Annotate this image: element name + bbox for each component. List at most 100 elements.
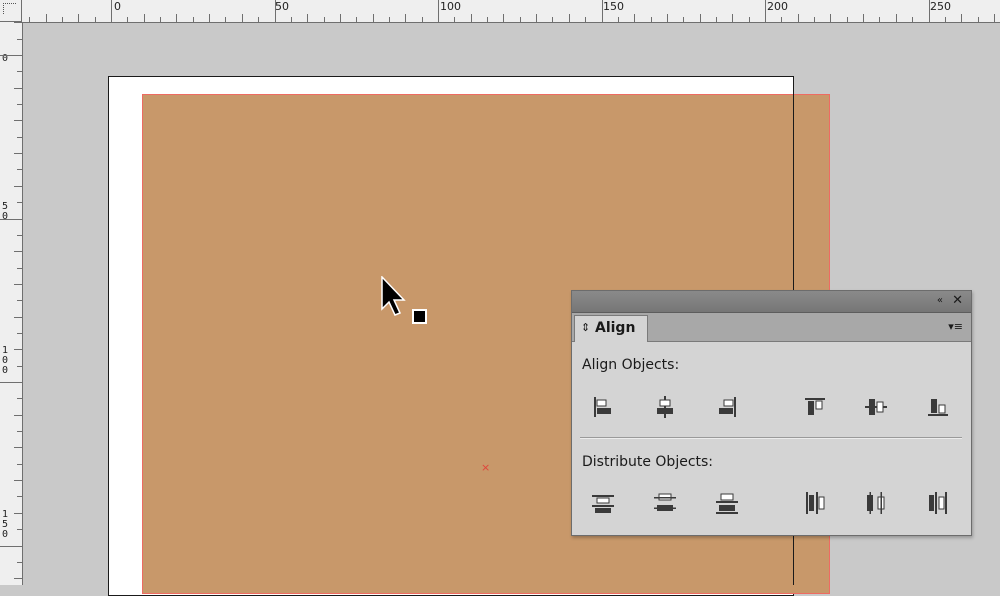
ruler-tick: [127, 17, 128, 22]
ruler-tick: [17, 202, 22, 203]
ruler-tick: [258, 17, 259, 22]
ruler-tick: [242, 14, 243, 22]
ruler-tick: [17, 137, 22, 138]
ruler-tick: [17, 562, 22, 563]
distribute-vertical-center-icon: [654, 493, 676, 511]
collapse-panel-icon[interactable]: «: [937, 295, 943, 306]
ruler-tick: [29, 17, 30, 22]
distribute-horizontal-center-icon: [867, 492, 885, 514]
ruler-label: 1 5 0: [2, 509, 9, 540]
ruler-tick: [14, 578, 22, 579]
ruler-tick: [373, 14, 374, 22]
ruler-origin[interactable]: [0, 0, 22, 22]
ruler-tick: [618, 17, 619, 22]
ruler-tick: [14, 153, 22, 154]
ruler-tick: [340, 14, 341, 22]
ruler-tick: [225, 17, 226, 22]
ruler-tick: [14, 251, 22, 252]
align-panel[interactable]: « ✕ ⇕ Align ▾≡ Align Objects: Distribute…: [571, 290, 972, 536]
ruler-tick: [765, 0, 766, 22]
align-horizontal-center-icon: [657, 396, 673, 418]
distribute-top-icon: [592, 495, 614, 513]
ruler-tick: [716, 17, 717, 22]
ruler-tick: [749, 17, 750, 22]
selection-cursor-icon: [380, 275, 432, 332]
ruler-tick: [585, 17, 586, 22]
align-top-icon: [805, 398, 825, 415]
distribute-left-edges-button[interactable]: [798, 488, 832, 518]
ruler-tick: [17, 268, 22, 269]
ruler-tick: [863, 14, 864, 22]
align-objects-label: Align Objects:: [582, 357, 680, 373]
ruler-tick: [17, 431, 22, 432]
ruler-tick: [193, 17, 194, 22]
close-icon[interactable]: ✕: [952, 293, 963, 308]
ruler-tick: [17, 300, 22, 301]
distribute-horizontal-centers-button[interactable]: [859, 488, 893, 518]
ruler-tick: [569, 14, 570, 22]
ruler-tick: [14, 447, 22, 448]
ruler-tick: [781, 17, 782, 22]
ruler-tick: [176, 14, 177, 22]
distribute-top-edges-button[interactable]: [586, 488, 620, 518]
ruler-tick: [994, 14, 995, 22]
ruler-tick: [389, 17, 390, 22]
distribute-left-icon: [806, 492, 825, 514]
ruler-tick: [14, 317, 22, 318]
ruler-tick: [78, 14, 79, 22]
ruler-tick: [14, 349, 22, 350]
panel-menu-icon[interactable]: ▾≡: [948, 320, 963, 333]
ruler-tick: [17, 529, 22, 530]
align-vertical-centers-button[interactable]: [859, 392, 893, 422]
ruler-tick: [14, 415, 22, 416]
ruler-tick: [879, 17, 880, 22]
align-left-icon: [594, 397, 611, 417]
horizontal-ruler[interactable]: 0 50 100 150 200 250: [0, 0, 1000, 23]
ruler-tick: [17, 235, 22, 236]
align-right-edges-button[interactable]: [710, 392, 744, 422]
ruler-tick: [307, 14, 308, 22]
tab-align[interactable]: ⇕ Align: [574, 315, 648, 342]
ruler-tick: [961, 14, 962, 22]
ruler-tick: [438, 0, 439, 22]
ruler-tick: [17, 366, 22, 367]
distribute-bottom-edges-button[interactable]: [710, 488, 744, 518]
distribute-bottom-icon: [716, 493, 738, 514]
ruler-tick: [814, 17, 815, 22]
ruler-tick: [487, 17, 488, 22]
align-bottom-edges-button[interactable]: [921, 392, 955, 422]
ruler-tick: [111, 0, 112, 22]
align-horizontal-centers-button[interactable]: [648, 392, 682, 422]
ruler-label: 0: [114, 0, 121, 13]
ruler-label: 200: [767, 0, 788, 13]
ruler-tick: [471, 14, 472, 22]
ruler-tick: [14, 513, 22, 514]
distribute-vertical-centers-button[interactable]: [648, 488, 682, 518]
ruler-tick: [700, 14, 701, 22]
align-top-edges-button[interactable]: [798, 392, 832, 422]
ruler-tick: [14, 480, 22, 481]
ruler-tick: [0, 55, 22, 56]
panel-titlebar[interactable]: « ✕: [572, 291, 971, 313]
ruler-tick: [945, 17, 946, 22]
ruler-tick: [651, 17, 652, 22]
align-vertical-center-icon: [865, 399, 887, 415]
ruler-tick: [17, 39, 22, 40]
ruler-tick: [17, 464, 22, 465]
ruler-tick: [536, 14, 537, 22]
ruler-tick: [17, 71, 22, 72]
align-left-edges-button[interactable]: [586, 392, 620, 422]
vertical-ruler[interactable]: 0 5 0 1 0 0 1 5 0: [0, 22, 23, 585]
ruler-tick: [552, 17, 553, 22]
align-bottom-icon: [928, 399, 948, 416]
ruler-label: 1 0 0: [2, 345, 9, 376]
tab-expand-arrows-icon: ⇕: [581, 321, 591, 334]
ruler-tick: [209, 14, 210, 22]
ruler-tick: [978, 17, 979, 22]
ruler-label: 100: [440, 0, 461, 13]
ruler-tick: [683, 17, 684, 22]
center-point-marker: ×: [481, 461, 491, 474]
ruler-tick: [454, 17, 455, 22]
distribute-right-edges-button[interactable]: [921, 488, 955, 518]
ruler-tick: [0, 219, 22, 220]
